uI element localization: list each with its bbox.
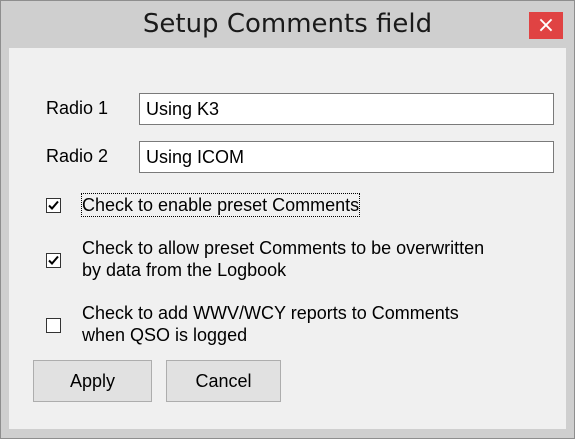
close-button[interactable]: × [529,12,563,39]
enable-preset-comments-label: Check to enable preset Comments [80,193,361,217]
cancel-button[interactable]: Cancel [166,360,281,402]
setup-comments-dialog: Setup Comments field × Radio 1 Radio 2 C… [0,0,575,439]
apply-button[interactable]: Apply [33,360,152,402]
checkmark-icon [48,200,59,210]
radio-1-label: Radio 1 [46,98,109,118]
add-wwv-wcy-label-line2: when QSO is logged [82,325,248,345]
add-wwv-wcy-checkbox[interactable] [46,318,61,333]
add-wwv-wcy-label-line1: Check to add WWV/WCY reports to Comments [82,303,459,323]
enable-preset-comments-checkbox[interactable] [46,198,61,213]
radio-2-label: Radio 2 [46,146,109,166]
allow-overwrite-label-line2: by data from the Logbook [82,260,287,280]
radio-1-comment-input[interactable] [139,93,554,125]
cancel-button-label: Cancel [195,370,252,391]
title-bar[interactable]: Setup Comments field × [1,1,574,47]
apply-button-label: Apply [69,370,116,391]
allow-overwrite-checkbox[interactable] [46,253,61,268]
allow-overwrite-label-line1: Check to allow preset Comments to be ove… [82,238,485,258]
dialog-body: Radio 1 Radio 2 Check to enable preset C… [9,48,566,429]
close-icon: × [536,12,556,38]
checkmark-icon [48,255,59,265]
dialog-title: Setup Comments field [142,9,433,39]
radio-2-comment-input[interactable] [139,141,554,173]
